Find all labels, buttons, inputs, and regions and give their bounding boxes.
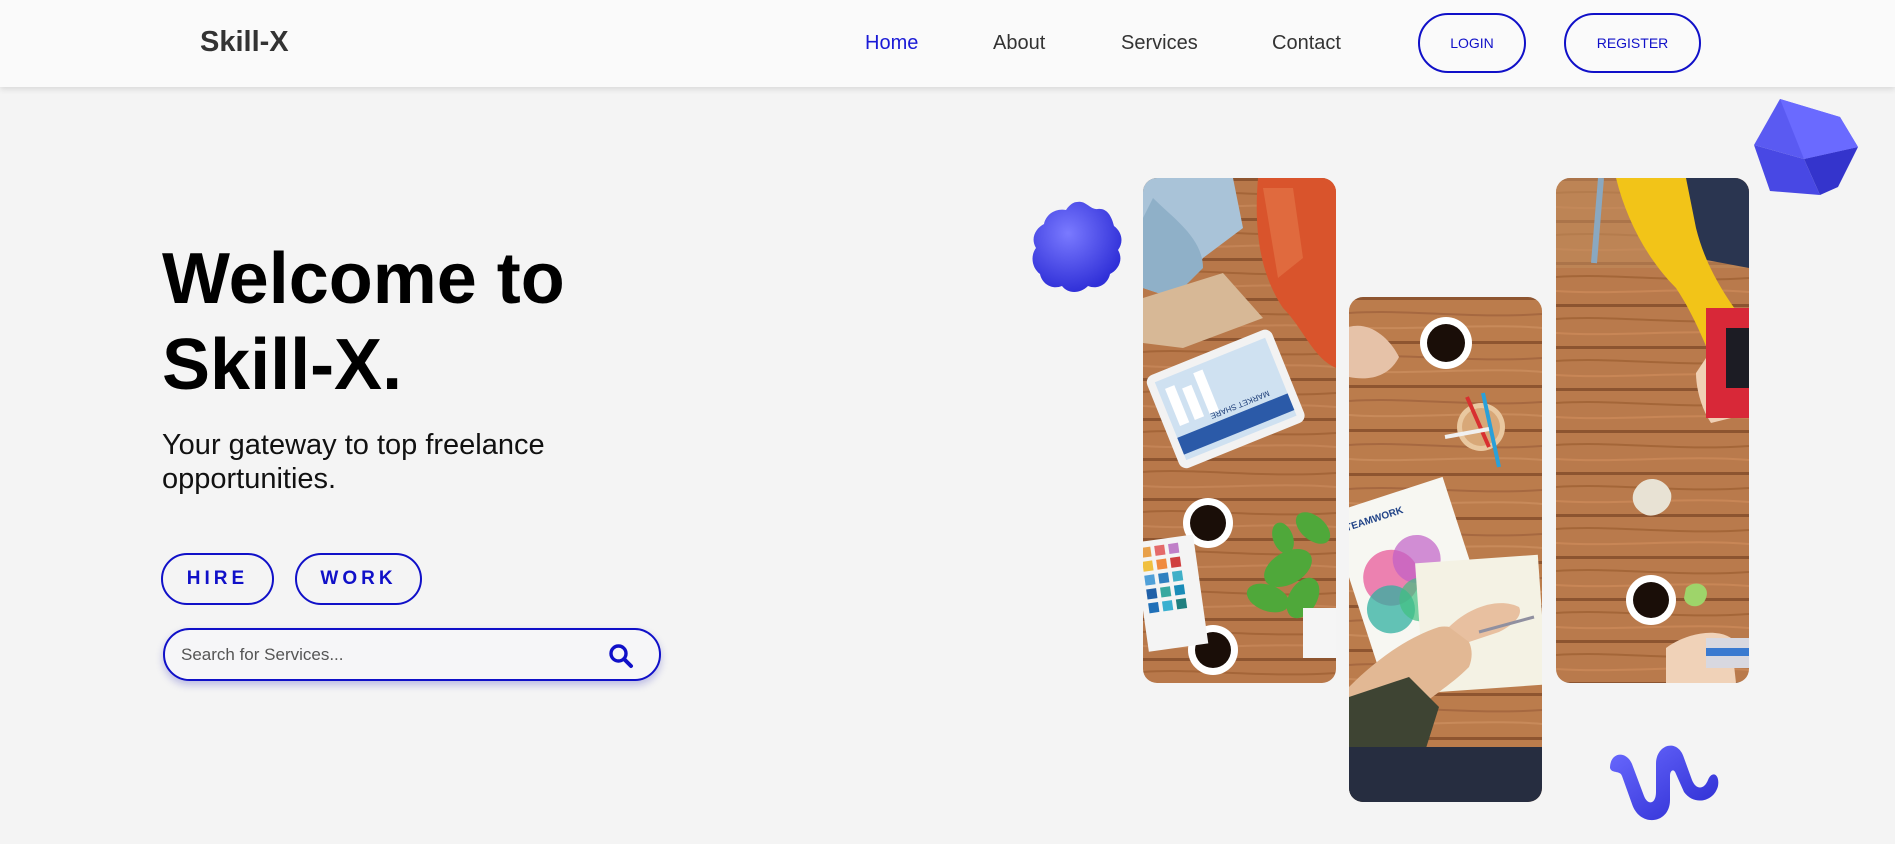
login-button[interactable]: LOGIN [1418,13,1526,73]
search-input[interactable] [181,642,591,668]
search-icon[interactable] [607,642,635,670]
blob-decoration-icon [1032,201,1122,292]
brand-logo[interactable]: Skill-X [200,26,289,59]
register-button[interactable]: REGISTER [1564,13,1701,73]
nav-link-home[interactable]: Home [865,32,918,55]
search-bar [163,628,661,681]
hire-button[interactable]: HIRE [161,553,274,605]
workspace-photo-1: MARKET SHARE [1143,178,1336,683]
navbar: Skill-X Home About Services Contact LOGI… [0,0,1895,87]
cube-decoration-icon [1754,99,1858,195]
nav-link-about[interactable]: About [993,32,1045,55]
nav-link-services[interactable]: Services [1121,32,1198,55]
workspace-photo-2: TEAMWORK [1349,297,1542,802]
workspace-photo-3-image [1556,178,1749,683]
ribbon-decoration-icon [1610,745,1719,821]
nav-link-contact[interactable]: Contact [1272,32,1341,55]
hero-subtitle: Your gateway to top freelance opportunit… [162,429,545,495]
work-button[interactable]: WORK [295,553,422,605]
hero-title-line-1: Welcome to [162,239,565,319]
workspace-photo-1-image: MARKET SHARE [1143,178,1336,683]
hero-title-line-2: Skill-X. [162,325,403,405]
workspace-photo-2-image: TEAMWORK [1349,297,1542,802]
hero-title: Welcome to Skill-X. [162,236,762,408]
workspace-photo-3 [1556,178,1749,683]
